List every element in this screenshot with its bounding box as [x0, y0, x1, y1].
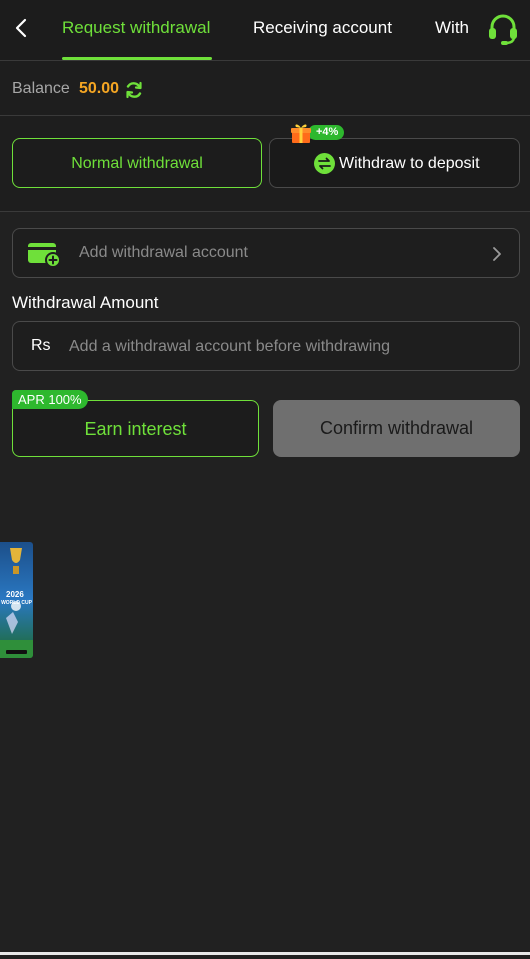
- currency-symbol: Rs: [31, 337, 51, 354]
- promo-event-text: WORLD CUP: [1, 600, 32, 606]
- tab-request-withdrawal[interactable]: Request withdrawal: [62, 18, 210, 38]
- gift-icon: [291, 124, 311, 143]
- tab-withdrawal-records[interactable]: With: [435, 18, 469, 38]
- add-withdrawal-account-button[interactable]: Add withdrawal account: [12, 228, 520, 278]
- balance-label: Balance: [12, 80, 70, 97]
- wallet-add-icon: [28, 243, 61, 268]
- balance-row: Balance 50.00: [0, 61, 530, 116]
- bottom-divider: [0, 952, 530, 955]
- confirm-withdrawal-label: Confirm withdrawal: [319, 418, 474, 438]
- add-withdrawal-account-label: Add withdrawal account: [79, 244, 248, 261]
- withdrawal-amount-input[interactable]: [67, 330, 511, 364]
- promo-year-text: 2026: [6, 590, 24, 599]
- normal-withdrawal-button[interactable]: Normal withdrawal: [12, 138, 262, 188]
- withdrawal-methods: Normal withdrawal Withdraw to deposit: [0, 116, 530, 212]
- world-cup-promo-banner[interactable]: 2026 WORLD CUP: [0, 542, 33, 658]
- top-nav: Request withdrawal Receiving account Wit…: [0, 0, 530, 61]
- apr-badge: APR 100%: [12, 390, 88, 409]
- back-arrow-icon[interactable]: [10, 16, 34, 40]
- withdrawal-amount-title: Withdrawal Amount: [12, 293, 159, 312]
- balance-value: 50.00: [79, 80, 120, 97]
- tab-receiving-account[interactable]: Receiving account: [253, 18, 392, 38]
- withdraw-to-deposit-button[interactable]: Withdraw to deposit: [269, 138, 520, 188]
- exchange-icon: [314, 153, 335, 174]
- chevron-right-icon: [493, 247, 501, 261]
- active-tab-indicator: [62, 57, 212, 60]
- withdrawal-amount-field: Rs: [12, 321, 520, 371]
- earn-interest-label: Earn interest: [84, 419, 187, 439]
- normal-withdrawal-label: Normal withdrawal: [71, 155, 203, 172]
- customer-support-headset-icon[interactable]: [484, 10, 522, 48]
- confirm-withdrawal-button[interactable]: Confirm withdrawal: [273, 400, 520, 457]
- bonus-percent: +4%: [308, 125, 345, 140]
- refresh-icon[interactable]: [124, 80, 144, 100]
- withdraw-to-deposit-label: Withdraw to deposit: [339, 155, 480, 172]
